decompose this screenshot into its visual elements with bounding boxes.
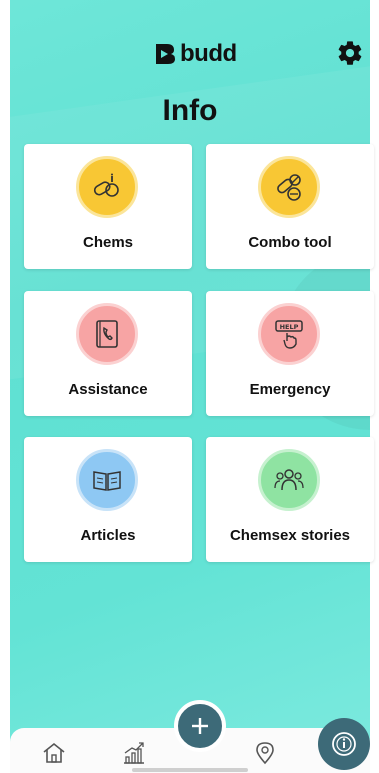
info-icon (332, 732, 356, 756)
stats-chart-icon[interactable] (121, 740, 147, 766)
svg-text:HELP: HELP (280, 323, 299, 331)
card-combo-tool[interactable]: Combo tool (206, 144, 374, 269)
gear-icon[interactable] (336, 39, 364, 67)
card-chems[interactable]: Chems (24, 144, 192, 269)
card-label: Assistance (68, 381, 148, 398)
card-label: Articles (80, 527, 136, 544)
info-button[interactable] (318, 718, 370, 770)
budd-logo: budd (154, 40, 237, 68)
help-sign-icon: HELP (275, 320, 303, 349)
card-assistance[interactable]: Assistance (24, 291, 192, 416)
add-button[interactable] (174, 700, 226, 752)
card-label: Chemsex stories (229, 527, 351, 544)
card-label: Chems (82, 234, 134, 251)
card-emergency[interactable]: HELP Emergency (206, 291, 374, 416)
open-book-icon (93, 471, 121, 491)
people-group-icon (274, 469, 304, 491)
emergency-badge: HELP (258, 303, 320, 365)
assistance-badge (76, 303, 138, 365)
location-pin-icon[interactable] (252, 740, 278, 766)
home-indicator (132, 768, 248, 772)
card-chemsex-stories[interactable]: Chemsex stories (206, 437, 374, 562)
card-articles[interactable]: Articles (24, 437, 192, 562)
logo-text: budd (180, 40, 237, 67)
add-icon (192, 718, 208, 734)
card-label: Combo tool (248, 234, 332, 251)
combo-pills-icon (277, 174, 301, 201)
page-title: Info (162, 94, 218, 127)
app-header: budd (10, 30, 370, 80)
phone-book-icon (96, 320, 118, 348)
articles-badge (76, 449, 138, 511)
home-icon[interactable] (41, 740, 67, 766)
budd-logo-icon (156, 44, 175, 64)
combo-tool-badge (258, 156, 320, 218)
chemsex-stories-badge (258, 449, 320, 511)
chems-badge (76, 156, 138, 218)
pills-icon (93, 173, 119, 197)
card-label: Emergency (249, 381, 331, 398)
